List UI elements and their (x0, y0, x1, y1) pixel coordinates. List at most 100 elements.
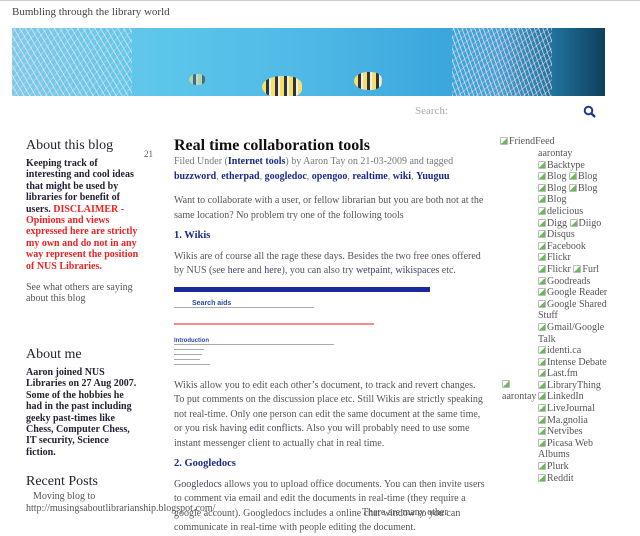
service-link[interactable]: LinkedIn (538, 391, 584, 402)
filed-suffix: ) by Aaron Tay on 21-03-2009 and tagged (285, 156, 454, 167)
service-link[interactable]: Disqus (538, 229, 575, 240)
screenshot-intro: Introduction (174, 337, 209, 344)
tag-link[interactable]: realtime (352, 171, 387, 182)
broken-image-icon (538, 241, 546, 250)
tag-link[interactable]: wiki (393, 171, 411, 182)
broken-image-icon (538, 299, 546, 308)
service-link[interactable]: Reddit (538, 473, 574, 484)
service-link[interactable]: Backtype (538, 160, 585, 171)
broken-image-icon (538, 415, 546, 424)
service-label: Picasa Web Albums (538, 437, 593, 461)
user-avatar[interactable]: aarontay (502, 379, 536, 403)
service-label: delicious (547, 205, 584, 217)
service-label: Facebook (547, 240, 586, 252)
here-link[interactable]: here (228, 265, 245, 276)
service-label: Backtype (547, 159, 585, 171)
service-link[interactable]: Intense Debate (538, 357, 607, 368)
service-row: Intense Debate (538, 357, 608, 369)
broken-image-icon (538, 392, 546, 401)
service-label: Last.fm (547, 368, 578, 380)
broken-image-icon (538, 380, 546, 389)
broken-image-icon (568, 183, 577, 192)
wetpaint-link[interactable]: wetpaint (356, 265, 390, 276)
service-link[interactable]: Blog (538, 171, 566, 182)
service-link[interactable]: Furl (573, 264, 599, 275)
broken-image-icon (568, 172, 577, 181)
service-link[interactable]: Picasa Web Albums (538, 437, 593, 461)
broken-image-icon (569, 218, 578, 227)
edit-conflicts-link[interactable]: edit conflicts (250, 423, 302, 434)
service-label: Plurk (547, 461, 569, 473)
friendfeed-logo[interactable]: FriendFeed (500, 136, 640, 148)
friendfeed-widget: FriendFeed aarontay Backtype Blog Blog Blo… (500, 136, 640, 484)
service-row: Picasa Web Albums (538, 438, 608, 461)
text: ), you can also try (281, 265, 356, 276)
googledocs-link[interactable]: Googledocs (174, 479, 222, 490)
wikis-detail-paragraph: Wikis allow you to edit each other’s doc… (174, 379, 486, 452)
broken-image-icon (538, 427, 546, 436)
service-link[interactable]: identi.ca (538, 345, 581, 356)
service-label: Blog (547, 194, 567, 206)
service-link[interactable]: Blog (568, 183, 597, 194)
category-link[interactable]: Internet tools (228, 156, 286, 167)
service-label: Google Reader (547, 287, 608, 299)
left-sidebar: About this blog Keeping track of interes… (26, 138, 141, 458)
about-blog-text: Keeping track of interesting and cool id… (26, 158, 141, 272)
broken-image-icon (538, 438, 546, 447)
service-row: Blog Blog (538, 183, 608, 195)
broken-image-icon (538, 230, 546, 239)
service-label: Flickr (547, 263, 571, 275)
service-link[interactable]: Plurk (538, 461, 569, 472)
see-others-link[interactable]: See what others are saying about this bl… (26, 282, 141, 305)
tag-link[interactable]: Yuuguu (416, 171, 450, 182)
service-link[interactable]: Goodreads (538, 276, 590, 287)
service-link[interactable]: Google Shared Stuff (538, 298, 607, 322)
broken-image-icon (538, 160, 546, 169)
service-row: LibraryThing (538, 380, 608, 392)
service-label: Goodreads (547, 275, 591, 287)
service-label: Blog (547, 182, 567, 194)
here-link[interactable]: here (264, 265, 281, 276)
service-label: Disqus (547, 229, 575, 241)
search-label: Search: (415, 105, 448, 117)
service-link[interactable]: Blog (538, 183, 566, 194)
wikis-paragraph: Wikis are of course all the rage these d… (174, 250, 481, 277)
service-link[interactable]: Diigo (569, 218, 601, 229)
service-link[interactable]: Flickr (538, 252, 571, 263)
service-link[interactable]: Google Reader (538, 287, 607, 298)
service-link[interactable]: Facebook (538, 241, 586, 252)
wikispaces-link[interactable]: wikispaces (395, 265, 439, 276)
service-row: Google Shared Stuff (538, 299, 608, 322)
service-row: Goodreads (538, 276, 608, 288)
service-label: Flickr (547, 252, 571, 264)
service-label: Digg (547, 217, 567, 229)
tag-link[interactable]: googledoc (265, 171, 307, 182)
service-link[interactable]: Blog (568, 171, 597, 182)
service-label: LibraryThing (547, 379, 601, 391)
service-link[interactable]: Flickr (538, 264, 571, 275)
service-link[interactable]: Ma.gnolia (538, 415, 588, 426)
broken-image-icon (573, 264, 582, 273)
service-link[interactable]: delicious (538, 206, 583, 217)
post: Real time collaboration tools Filed Unde… (174, 137, 486, 536)
service-link[interactable]: Digg (538, 218, 567, 229)
service-row: Disqus (538, 229, 608, 241)
service-link[interactable]: LiveJournal (538, 403, 595, 414)
tag-link[interactable]: opengoo (312, 171, 348, 182)
post-title[interactable]: Real time collaboration tools (174, 137, 486, 155)
service-link[interactable]: LibraryThing (538, 380, 601, 391)
post-intro: Want to collaborate with a user, or fell… (174, 195, 484, 221)
service-list: aarontay Backtype Blog Blog Blog Blog Blog d… (538, 148, 608, 484)
service-label: Google Shared Stuff (538, 298, 607, 322)
tag-link[interactable]: buzzword (174, 171, 216, 182)
service-link[interactable]: Netvibes (538, 426, 583, 437)
search-icon[interactable] (583, 105, 597, 119)
tag-link[interactable]: etherpad (221, 171, 259, 182)
service-row: Reddit (538, 473, 608, 485)
service-row: Blog Blog (538, 171, 608, 183)
service-link[interactable]: Gmail/Google Talk (538, 322, 604, 345)
service-link[interactable]: Blog (538, 194, 566, 205)
service-link[interactable]: Last.fm (538, 368, 578, 379)
service-label: Gmail/Google Talk (538, 321, 605, 345)
service-row: Blog (538, 194, 608, 206)
